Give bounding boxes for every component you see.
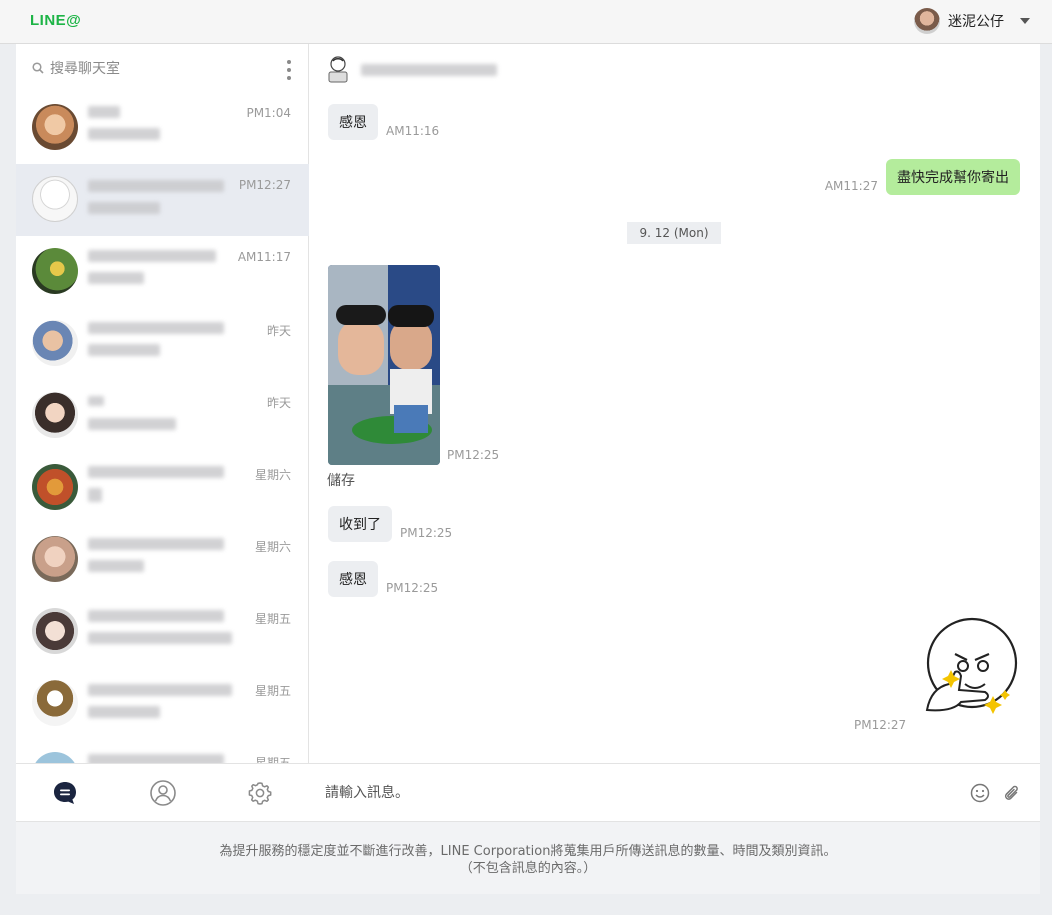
date-divider: 9. 12 (Mon) — [627, 222, 721, 244]
chat-time: 星期五 — [254, 684, 291, 698]
message-row: AM11:27 盡快完成幫你寄出 — [825, 159, 1020, 195]
chat-list-item[interactable]: AM11:17 — [16, 236, 309, 308]
message-composer — [309, 763, 1040, 821]
chat-time: PM12:27 — [238, 178, 291, 192]
avatar — [32, 248, 78, 294]
avatar — [32, 392, 78, 438]
search-input[interactable] — [50, 58, 270, 80]
message-bubble: 感恩 — [328, 104, 378, 140]
chat-time: 昨天 — [266, 324, 291, 338]
chat-list-item[interactable]: 昨天 — [16, 308, 309, 380]
user-name: 迷泥公仔 — [948, 14, 1004, 30]
sticker-message — [925, 617, 1018, 714]
photo-message[interactable] — [328, 265, 440, 465]
chat-list-item[interactable]: PM1:04 — [16, 92, 309, 164]
chat-time: PM1:04 — [246, 106, 291, 120]
chat-list-item[interactable]: 星期五 — [16, 668, 309, 740]
save-link[interactable]: 儲存 — [327, 470, 355, 490]
chevron-down-icon — [1020, 18, 1030, 24]
message-time: PM12:25 — [386, 581, 439, 595]
chat-list-item[interactable]: 星期五 — [16, 596, 309, 668]
avatar — [32, 320, 78, 366]
chat-icon[interactable] — [51, 779, 79, 807]
message-time: AM11:27 — [824, 179, 878, 193]
message-time: PM12:25 — [447, 448, 500, 462]
search-icon — [32, 62, 44, 74]
chat-list-item[interactable]: 星期六 — [16, 452, 309, 524]
chat-list: PM1:04 PM12:27 AM11:17 昨天 昨天 星期六 星期六 星期五… — [16, 92, 309, 763]
chat-list-item[interactable]: 星期五 — [16, 740, 309, 763]
settings-icon[interactable] — [246, 779, 274, 807]
notice-line: 為提升服務的穩定度並不斷進行改善，LINE Corporation將蒐集用戶所傳… — [219, 844, 837, 859]
user-menu[interactable]: 迷泥公仔 — [914, 8, 1030, 34]
top-bar: LINE@ 迷泥公仔 — [0, 0, 1052, 44]
user-avatar — [914, 8, 940, 34]
message-input[interactable] — [325, 782, 925, 804]
chat-time: 星期五 — [254, 612, 291, 626]
friends-icon[interactable] — [149, 779, 177, 807]
message-bubble: 盡快完成幫你寄出 — [886, 159, 1020, 195]
notice-line: （不包含訊息的內容。） — [459, 861, 597, 876]
chat-search — [16, 44, 309, 92]
message-time: PM12:27 — [854, 718, 907, 732]
message-bubble: 收到了 — [328, 506, 392, 542]
chat-time: 星期五 — [254, 756, 291, 763]
avatar — [32, 752, 78, 763]
avatar — [32, 176, 78, 222]
message-time: AM11:16 — [386, 124, 440, 138]
sidebar: PM1:04 PM12:27 AM11:17 昨天 昨天 — [16, 44, 309, 821]
chat-panel: 感恩 AM11:16 AM11:27 盡快完成幫你寄出 9. 12 (Mon) … — [309, 44, 1040, 821]
line-logo[interactable]: LINE@ — [30, 12, 81, 29]
avatar — [32, 680, 78, 726]
avatar — [32, 608, 78, 654]
avatar — [328, 56, 348, 83]
chat-list-item[interactable]: PM12:27 — [16, 164, 309, 236]
avatar — [32, 464, 78, 510]
message-row: 感恩 AM11:16 — [328, 104, 439, 140]
message-row: 感恩 PM12:25 — [328, 561, 438, 597]
emoji-icon[interactable] — [969, 782, 991, 804]
chat-time: AM11:17 — [237, 250, 291, 264]
chat-header — [309, 44, 1040, 94]
more-icon[interactable] — [281, 60, 297, 80]
chat-list-item[interactable]: 昨天 — [16, 380, 309, 452]
chat-list-item[interactable]: 星期六 — [16, 524, 309, 596]
chat-time: 星期六 — [254, 540, 291, 554]
chat-time: 星期六 — [254, 468, 291, 482]
message-time: PM12:25 — [400, 526, 453, 540]
bottom-nav — [16, 763, 309, 821]
attach-icon[interactable] — [1001, 782, 1023, 804]
privacy-notice: 為提升服務的穩定度並不斷進行改善，LINE Corporation將蒐集用戶所傳… — [16, 821, 1040, 894]
message-bubble: 感恩 — [328, 561, 378, 597]
chat-time: 昨天 — [266, 396, 291, 410]
message-row: 收到了 PM12:25 — [328, 506, 452, 542]
avatar — [32, 104, 78, 150]
avatar — [32, 536, 78, 582]
